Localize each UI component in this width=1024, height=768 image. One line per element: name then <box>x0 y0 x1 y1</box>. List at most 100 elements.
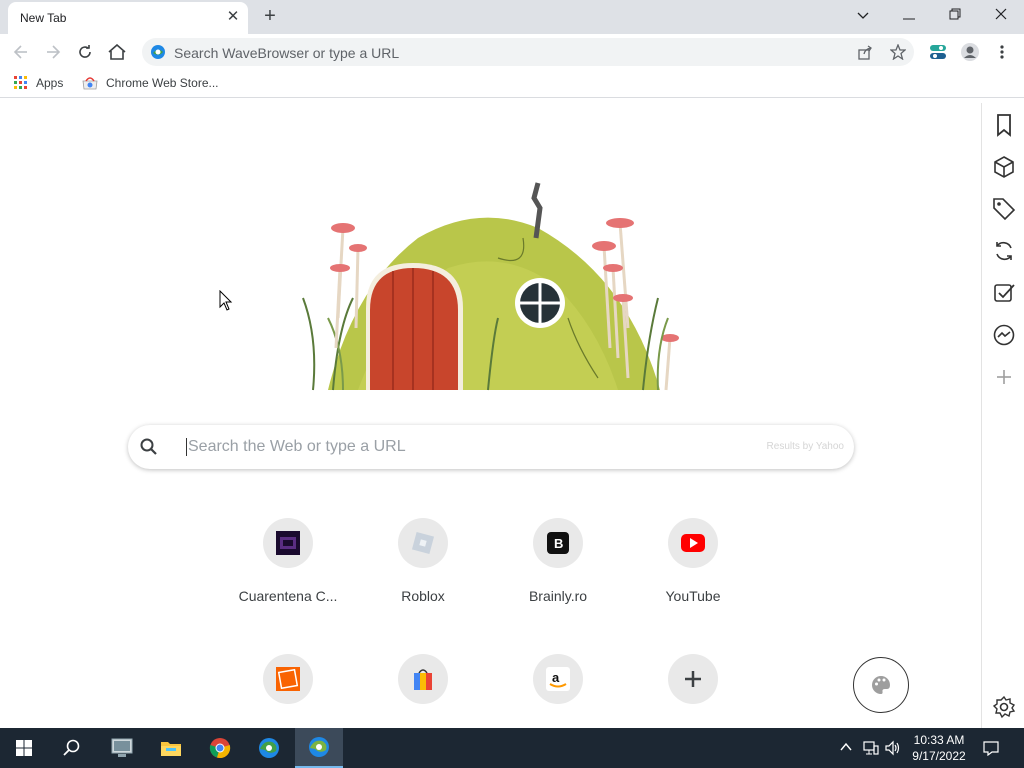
add-shortcut-button[interactable] <box>638 654 748 728</box>
chevron-down-icon <box>857 12 869 19</box>
restore-icon <box>949 8 961 20</box>
extension-toggle-icon <box>930 45 946 59</box>
shortcut-tile[interactable]: YouTube <box>638 518 748 628</box>
apps-grid-icon <box>14 76 27 89</box>
shortcut-label: YouTube <box>665 588 721 604</box>
minimize-button[interactable] <box>886 0 932 32</box>
reload-icon <box>79 45 91 58</box>
cuarentena-favicon <box>276 531 300 555</box>
package-icon[interactable] <box>992 155 1016 179</box>
tab-search-button[interactable] <box>840 0 886 32</box>
shortcut-icon-circle <box>263 518 313 568</box>
minimize-icon <box>903 18 915 20</box>
shortcut-label: Brainly.ro <box>528 588 588 604</box>
menu-button[interactable] <box>989 39 1015 65</box>
forward-button[interactable] <box>40 39 66 65</box>
bookmark-icon[interactable] <box>992 113 1016 137</box>
home-icon <box>108 44 126 60</box>
checklist-icon[interactable] <box>992 281 1016 305</box>
wavebrowser-logo-icon <box>151 45 165 59</box>
avatar-icon <box>961 43 979 61</box>
tab-new-tab[interactable]: New Tab ✕ <box>8 2 248 34</box>
shortcut-tile[interactable]: Cuarentena C... <box>233 518 343 628</box>
wavebrowser-icon <box>309 737 329 757</box>
browser-toolbar: Search WaveBrowser or type a URL <box>0 34 1024 70</box>
mouse-cursor-icon <box>219 290 233 311</box>
customize-theme-button[interactable] <box>853 657 909 713</box>
search-icon <box>63 739 80 756</box>
address-bar[interactable]: Search WaveBrowser or type a URL <box>142 38 914 66</box>
start-button[interactable] <box>0 728 48 768</box>
brainly-favicon: B <box>547 532 569 554</box>
shortcut-label: Cuarentena C... <box>238 588 338 604</box>
home-button[interactable] <box>104 39 130 65</box>
clock-date: 9/17/2022 <box>912 749 966 763</box>
notification-icon[interactable] <box>983 740 999 756</box>
taskbar-wavebrowser[interactable] <box>295 728 343 768</box>
shortcut-icon-circle <box>263 654 313 704</box>
extension-button[interactable] <box>925 39 951 65</box>
shortcut-icon-circle: a <box>533 654 583 704</box>
reload-button[interactable] <box>72 39 98 65</box>
new-tab-page: Search the Web or type a URL Results by … <box>0 103 981 728</box>
back-arrow-icon <box>13 45 27 59</box>
shortcut-label: Roblox <box>401 588 445 604</box>
taskbar-file-explorer[interactable] <box>147 728 195 768</box>
tag-icon[interactable] <box>992 197 1016 221</box>
share-icon[interactable] <box>858 45 873 60</box>
tab-close-icon[interactable]: ✕ <box>224 8 242 26</box>
home-depot-favicon <box>276 667 300 691</box>
palette-icon <box>872 676 890 694</box>
restore-button[interactable] <box>932 0 978 32</box>
chrome-icon <box>209 738 231 759</box>
kebab-menu-icon <box>1000 45 1004 59</box>
taskbar-edge[interactable] <box>245 728 293 768</box>
bookmarks-bar: Apps Chrome Web Store... <box>0 70 1024 98</box>
back-button[interactable] <box>8 39 34 65</box>
bookmark-chrome-web-store[interactable]: Chrome Web Store... <box>82 76 219 90</box>
shortcut-icon-circle <box>668 518 718 568</box>
chevron-up-icon[interactable] <box>840 742 852 752</box>
shortcut-tile[interactable]: Roblox <box>368 518 478 628</box>
shortcut-tile[interactable] <box>368 654 478 728</box>
shortcut-tile[interactable]: a <box>503 654 613 728</box>
bookmark-apps[interactable]: Apps <box>14 76 63 90</box>
search-attribution: Results by Yahoo <box>766 441 844 452</box>
right-sidebar <box>981 103 1024 728</box>
shortcut-tile[interactable]: B Brainly.ro <box>503 518 613 628</box>
search-input[interactable]: Search the Web or type a URL <box>186 438 406 456</box>
chrome-web-store-icon <box>82 77 98 90</box>
shopping-bag-favicon <box>414 669 432 690</box>
search-button[interactable] <box>48 728 96 768</box>
search-icon <box>140 438 157 455</box>
star-icon[interactable] <box>890 44 906 60</box>
edge-icon <box>259 738 279 758</box>
taskbar-chrome[interactable] <box>196 728 244 768</box>
youtube-favicon <box>681 534 705 552</box>
network-icon[interactable] <box>863 740 879 756</box>
taskbar-task-view[interactable] <box>98 728 146 768</box>
windows-taskbar: 10:33 AM 9/17/2022 <box>0 728 1024 768</box>
close-icon <box>995 8 1007 20</box>
system-clock[interactable]: 10:33 AM 9/17/2022 <box>906 732 972 764</box>
shortcut-tile[interactable] <box>233 654 343 728</box>
tab-title: New Tab <box>20 11 67 25</box>
new-tab-button[interactable]: + <box>258 5 282 29</box>
messenger-icon[interactable] <box>992 323 1016 347</box>
clock-time: 10:33 AM <box>913 733 965 747</box>
sync-icon[interactable] <box>992 239 1016 263</box>
computer-icon <box>111 738 133 757</box>
web-search-bar[interactable]: Search the Web or type a URL Results by … <box>128 425 854 469</box>
profile-button[interactable] <box>957 39 983 65</box>
svg-text:B: B <box>554 536 563 551</box>
address-bar-placeholder: Search WaveBrowser or type a URL <box>174 45 400 61</box>
hobbit-house-illustration <box>302 182 679 391</box>
amazon-favicon: a <box>546 667 570 691</box>
shortcut-icon-circle <box>398 518 448 568</box>
settings-icon[interactable] <box>992 695 1016 719</box>
volume-icon[interactable] <box>885 740 901 756</box>
bookmark-label: Chrome Web Store... <box>106 76 219 90</box>
shortcut-icon-circle <box>668 654 718 704</box>
close-window-button[interactable] <box>978 0 1024 32</box>
add-icon[interactable] <box>992 365 1016 389</box>
